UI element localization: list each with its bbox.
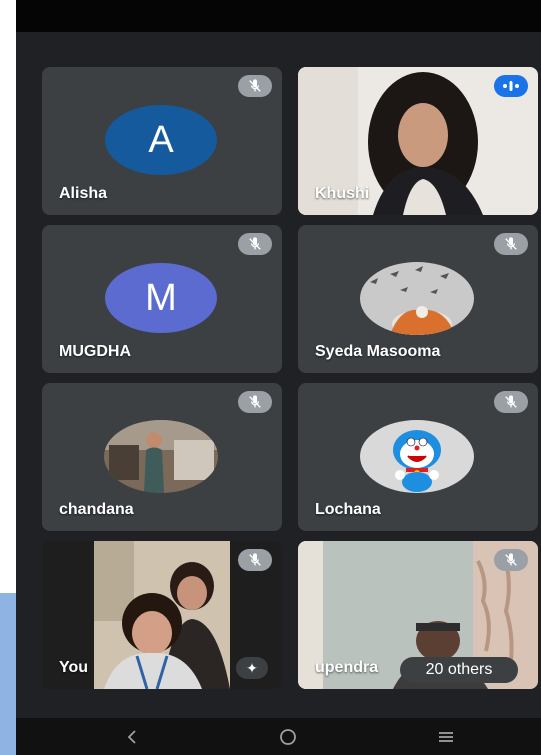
participant-name: Lochana <box>315 501 381 518</box>
participant-tile-khushi[interactable]: Khushi <box>298 67 538 215</box>
participant-tile-lochana[interactable]: Lochana <box>298 383 538 531</box>
avatar-lochana <box>360 420 474 493</box>
participant-tile-you[interactable]: ✦ You <box>42 541 282 689</box>
participant-name: Alisha <box>59 185 108 202</box>
back-chevron-icon[interactable] <box>113 724 153 750</box>
participant-tile-syeda-masooma[interactable]: Syeda Masooma <box>298 225 538 373</box>
android-nav-bar <box>16 718 541 755</box>
meet-screen: A Alisha Khushi M MUGDHA Syeda Masooma c… <box>16 0 541 755</box>
participant-tile-alisha[interactable]: A Alisha <box>42 67 282 215</box>
participant-tile-upendra[interactable]: upendra 20 others <box>298 541 538 689</box>
audio-wave-icon <box>494 75 528 97</box>
mic-off-icon <box>238 391 272 413</box>
mic-off-icon <box>494 233 528 255</box>
avatar-chandana <box>104 420 218 493</box>
sparkle-effects-icon[interactable]: ✦ <box>236 657 268 679</box>
participant-name: chandana <box>59 501 134 518</box>
others-count-button[interactable]: 20 others <box>400 657 518 683</box>
participant-tile-mugdha[interactable]: M MUGDHA <box>42 225 282 373</box>
background-strip <box>0 593 16 755</box>
participant-tile-chandana[interactable]: chandana <box>42 383 282 531</box>
participant-name: MUGDHA <box>59 343 131 360</box>
status-bar <box>16 0 541 32</box>
avatar-syeda-masooma <box>360 262 474 335</box>
avatar-mugdha: M <box>105 263 217 333</box>
participant-name: Khushi <box>315 185 370 202</box>
participant-name: You <box>59 659 89 676</box>
home-circle-icon[interactable] <box>268 724 308 750</box>
mic-off-icon <box>494 391 528 413</box>
recents-menu-icon[interactable] <box>426 724 466 750</box>
participant-name: upendra <box>315 659 379 676</box>
mic-off-icon <box>238 233 272 255</box>
mic-off-icon <box>238 75 272 97</box>
avatar-alisha: A <box>105 105 217 175</box>
participant-name: Syeda Masooma <box>315 343 441 360</box>
mic-off-icon <box>494 549 528 571</box>
mic-off-icon <box>238 549 272 571</box>
